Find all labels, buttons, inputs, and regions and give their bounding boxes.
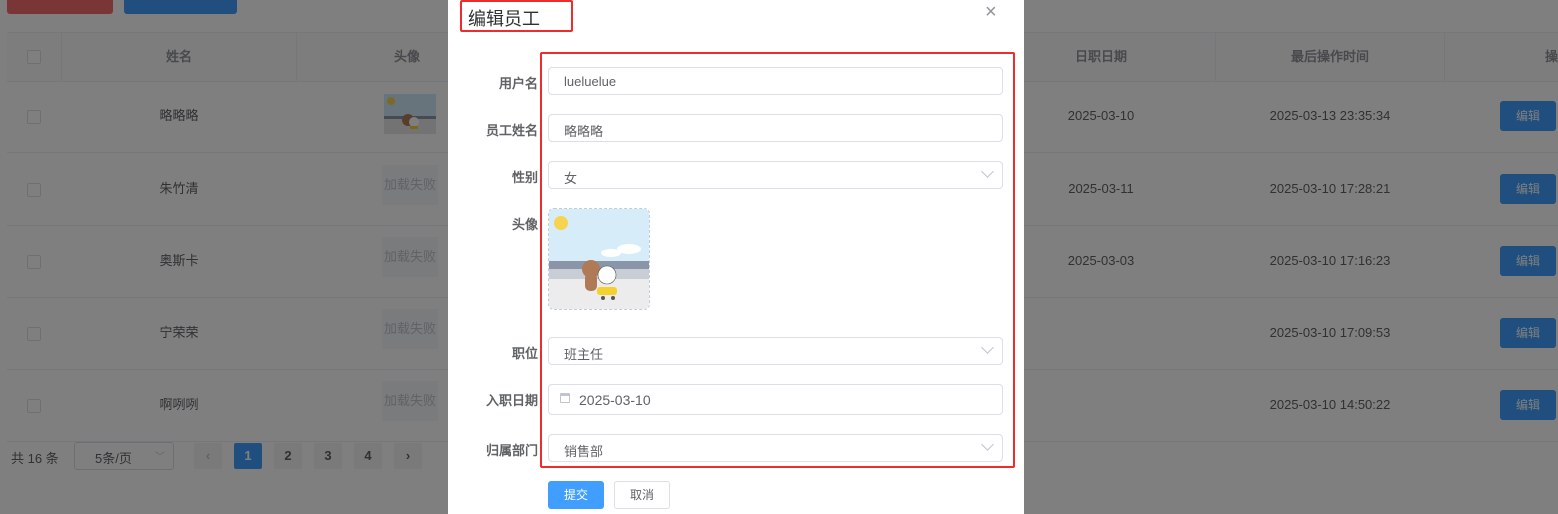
avatar-image [549, 209, 649, 309]
employee-name-input[interactable]: 略略略 [548, 114, 1003, 142]
username-value: lueluelue [564, 74, 617, 89]
entry-date-label: 入职日期 [485, 393, 538, 408]
gender-value: 女 [564, 171, 578, 186]
username-input[interactable]: lueluelue [548, 67, 1003, 95]
entry-date-picker[interactable]: 2025-03-10 [548, 384, 1003, 415]
job-value: 班主任 [564, 347, 604, 362]
entry-date-value: 2025-03-10 [579, 392, 651, 408]
job-label: 职位 [511, 346, 538, 361]
avatar-uploader[interactable] [548, 208, 650, 310]
employee-name-label: 员工姓名 [485, 123, 538, 138]
close-icon[interactable]: × [985, 1, 997, 24]
avatar-label: 头像 [511, 217, 538, 232]
gender-label: 性别 [511, 170, 538, 185]
cancel-button[interactable]: 取消 [614, 481, 670, 509]
username-label: 用户名 [498, 76, 538, 91]
chevron-down-icon [981, 165, 994, 178]
edit-employee-dialog: 编辑员工 × 用户名 lueluelue 员工姓名 略略略 性别 女 头像 职位… [448, 0, 1024, 514]
gender-select[interactable]: 女 [548, 161, 1003, 189]
calendar-icon [560, 393, 570, 403]
chevron-down-icon [981, 341, 994, 354]
job-select[interactable]: 班主任 [548, 337, 1003, 365]
employee-name-value: 略略略 [564, 124, 604, 139]
department-select[interactable]: 销售部 [548, 434, 1003, 462]
department-label: 归属部门 [485, 443, 538, 458]
department-value: 销售部 [564, 444, 604, 459]
chevron-down-icon [981, 438, 994, 451]
dialog-title: 编辑员工 [468, 9, 540, 29]
submit-button[interactable]: 提交 [548, 481, 604, 509]
